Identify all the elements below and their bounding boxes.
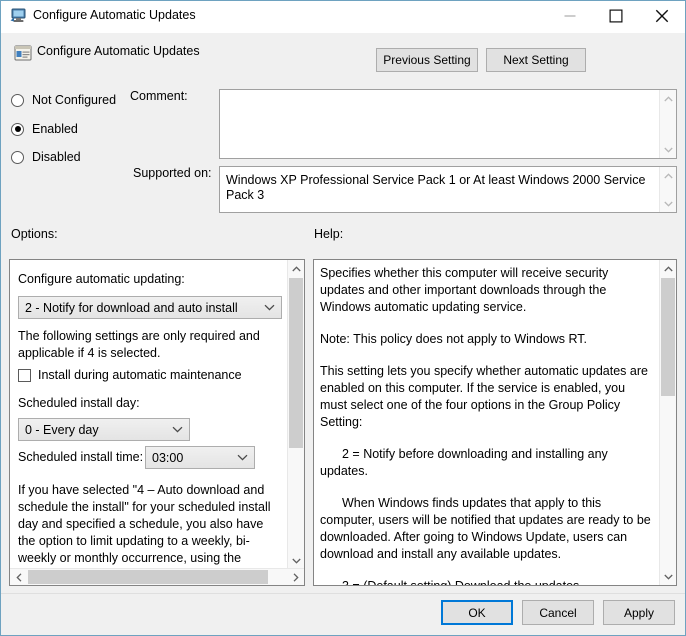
radio-label-enabled: Enabled <box>32 122 78 136</box>
cancel-button[interactable]: Cancel <box>522 600 594 625</box>
help-paragraph: When Windows finds updates that apply to… <box>320 495 653 563</box>
close-button[interactable] <box>639 1 685 31</box>
scheduled-install-time-dropdown[interactable]: 03:00 <box>145 446 255 469</box>
configure-updating-dropdown[interactable]: 2 - Notify for download and auto install <box>18 296 282 319</box>
configure-updating-value: 2 - Notify for download and auto install <box>25 301 238 315</box>
supported-on-scrollbar[interactable] <box>659 167 676 212</box>
help-vertical-scrollbar[interactable] <box>659 260 676 585</box>
window-title: Configure Automatic Updates <box>33 8 196 22</box>
radio-not-configured[interactable]: Not Configured <box>11 91 116 109</box>
chevron-down-icon <box>262 301 276 315</box>
scroll-up-icon[interactable] <box>660 260 677 277</box>
previous-setting-button[interactable]: Previous Setting <box>376 48 478 72</box>
radio-disabled[interactable]: Disabled <box>11 148 81 166</box>
scheduled-install-day-value: 0 - Every day <box>25 423 99 437</box>
help-paragraph: 3 = (Default setting) Download the updat… <box>320 578 653 585</box>
maximize-button[interactable] <box>593 1 639 31</box>
options-hscroll-thumb[interactable] <box>28 570 268 584</box>
help-paragraph: Specifies whether this computer will rec… <box>320 265 653 316</box>
help-content: Specifies whether this computer will rec… <box>314 260 659 585</box>
ok-button[interactable]: OK <box>441 600 513 625</box>
supported-on-label: Supported on: <box>133 166 212 180</box>
scroll-up-icon[interactable] <box>660 90 677 107</box>
scroll-down-icon[interactable] <box>660 568 677 585</box>
chevron-down-icon <box>235 451 249 465</box>
computer-monitor-icon <box>10 8 27 24</box>
comment-scrollbar[interactable] <box>659 90 676 158</box>
setting-title: Configure Automatic Updates <box>37 44 200 58</box>
configure-automatic-updates-dialog: Configure Automatic Updates <box>0 0 686 636</box>
minimize-icon <box>565 11 576 22</box>
install-during-maintenance-checkbox[interactable]: Install during automatic maintenance <box>18 368 242 382</box>
scroll-down-icon[interactable] <box>660 141 677 158</box>
options-label: Options: <box>11 227 58 241</box>
comment-textarea[interactable] <box>219 89 677 159</box>
chevron-down-icon <box>170 423 184 437</box>
apply-button[interactable]: Apply <box>603 600 675 625</box>
configure-updating-label: Configure automatic updating: <box>18 272 185 286</box>
options-scroll-thumb[interactable] <box>289 278 303 448</box>
scroll-up-icon[interactable] <box>660 167 677 184</box>
scheduled-install-day-label: Scheduled install day: <box>18 396 140 410</box>
close-icon <box>656 10 669 23</box>
required-note-text: The following settings are only required… <box>18 328 282 362</box>
scroll-down-icon[interactable] <box>660 195 677 212</box>
checkbox-icon <box>18 369 31 382</box>
radio-circle-selected-icon <box>11 123 24 136</box>
radio-label-not-configured: Not Configured <box>32 93 116 107</box>
supported-on-textarea[interactable]: Windows XP Professional Service Pack 1 o… <box>219 166 677 213</box>
scheduled-install-day-dropdown[interactable]: 0 - Every day <box>18 418 190 441</box>
options-vertical-scrollbar[interactable] <box>287 260 304 569</box>
schedule-note-text: If you have selected "4 – Auto download … <box>18 482 282 569</box>
help-paragraph: This setting lets you specify whether au… <box>320 363 653 431</box>
options-pane: Configure automatic updating: 2 - Notify… <box>9 259 305 586</box>
help-paragraph: Note: This policy does not apply to Wind… <box>320 331 653 348</box>
radio-circle-icon <box>11 151 24 164</box>
scroll-right-icon[interactable] <box>287 569 304 585</box>
scroll-down-icon[interactable] <box>288 552 305 569</box>
title-bar: Configure Automatic Updates <box>1 1 686 33</box>
help-scroll-thumb[interactable] <box>661 278 675 396</box>
install-during-maintenance-label: Install during automatic maintenance <box>38 368 242 382</box>
radio-label-disabled: Disabled <box>32 150 81 164</box>
scroll-left-icon[interactable] <box>10 569 27 585</box>
minimize-button[interactable] <box>547 1 593 31</box>
options-content: Configure automatic updating: 2 - Notify… <box>10 260 288 569</box>
radio-circle-icon <box>11 94 24 107</box>
policy-setting-icon <box>14 44 32 62</box>
next-setting-button[interactable]: Next Setting <box>486 48 586 72</box>
comment-label: Comment: <box>130 89 188 103</box>
maximize-icon <box>610 10 623 23</box>
help-paragraph: 2 = Notify before downloading and instal… <box>320 446 653 480</box>
radio-enabled[interactable]: Enabled <box>11 120 78 138</box>
help-label: Help: <box>314 227 343 241</box>
supported-on-value: Windows XP Professional Service Pack 1 o… <box>226 173 646 203</box>
scheduled-install-time-value: 03:00 <box>152 451 183 465</box>
footer-divider <box>1 593 686 594</box>
scroll-up-icon[interactable] <box>288 260 305 277</box>
scheduled-install-time-label: Scheduled install time: <box>18 450 143 464</box>
options-horizontal-scrollbar[interactable] <box>10 568 304 585</box>
help-pane: Specifies whether this computer will rec… <box>313 259 677 586</box>
